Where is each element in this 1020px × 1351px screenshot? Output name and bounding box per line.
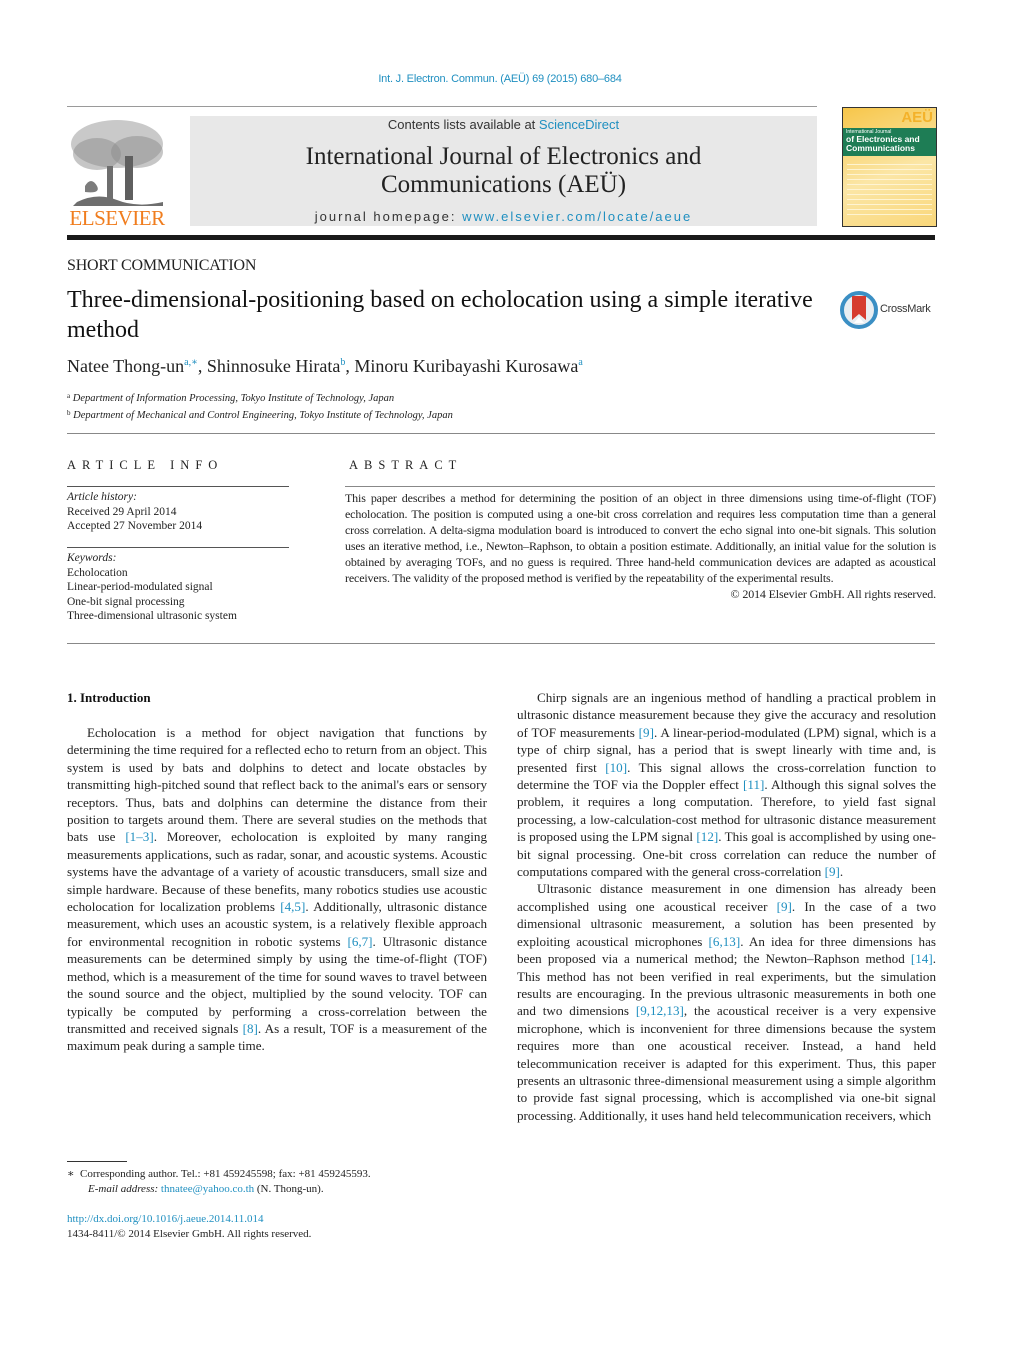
author-separator: , [197, 356, 207, 376]
history-label: Article history: [67, 491, 137, 503]
paragraph: Chirp signals are an ingenious method of… [517, 690, 937, 880]
abstract-copyright: © 2014 Elsevier GmbH. All rights reserve… [730, 587, 937, 601]
affiliation-mark: a [67, 392, 71, 400]
paragraph: Echolocation is a method for object navi… [67, 725, 488, 1054]
author-name[interactable]: Natee Thong-un [67, 356, 184, 376]
article-title: Three-dimensional-positioning based on e… [67, 287, 813, 343]
body-column-right: Chirp signals are an ingenious method of… [517, 689, 936, 1124]
section-heading-introduction: 1. Introduction [67, 690, 151, 705]
footnote: ∗ Corresponding author. Tel.: +81 459245… [67, 1167, 371, 1197]
crossmark-label[interactable]: CrossMark [880, 303, 931, 315]
affiliations: a Department of Information Processing, … [67, 389, 453, 423]
contents-line: Contents lists available at ScienceDirec… [190, 117, 817, 132]
citation-reference-link[interactable]: [10] [605, 760, 627, 775]
email-link[interactable]: thnatee@yahoo.co.th [161, 1183, 254, 1195]
affiliation-text: Department of Information Processing, To… [72, 393, 395, 404]
corresponding-author-note: ∗ Corresponding author. Tel.: +81 459245… [67, 1167, 371, 1182]
received-date: Received 29 April 2014 [67, 505, 177, 518]
journal-title-line-1: International Journal of Electronics and [305, 143, 702, 170]
homepage-prefix: journal homepage: [314, 209, 463, 224]
citation-reference-link[interactable]: [9] [777, 899, 792, 914]
journal-citation-link[interactable]: Int. J. Electron. Commun. (AEÜ) 69 (2015… [0, 73, 1000, 85]
top-divider [67, 106, 817, 107]
affiliation-b: b Department of Mechanical and Control E… [67, 406, 453, 423]
journal-homepage-line: journal homepage: www.elsevier.com/locat… [190, 209, 817, 224]
keyword: Linear-period-modulated signal [67, 581, 213, 593]
email-note: E-mail address: thnatee@yahoo.co.th (N. … [67, 1182, 371, 1197]
cover-line-2: of Electronics and Communications [846, 135, 920, 153]
divider [67, 486, 289, 487]
keyword: One-bit signal processing [67, 595, 185, 608]
author-name[interactable]: Shinnosuke Hirata [207, 356, 340, 376]
contents-prefix: Contents lists available at [387, 117, 539, 132]
corresponding-text: Corresponding author. Tel.: +81 45924559… [79, 1168, 371, 1180]
header-thick-divider [67, 235, 935, 240]
citation-reference-link[interactable]: [11] [743, 777, 764, 792]
doi-block: http://dx.doi.org/10.1016/j.aeue.2014.11… [67, 1212, 311, 1242]
divider [67, 547, 289, 548]
journal-title[interactable]: International Journal of Electronics and… [190, 143, 817, 199]
divider [67, 643, 935, 644]
journal-cover-thumbnail[interactable]: AEÜ International Journal of Electronics… [842, 107, 937, 227]
citation-reference-link[interactable]: [14] [911, 951, 933, 966]
doi-link[interactable]: http://dx.doi.org/10.1016/j.aeue.2014.11… [67, 1212, 311, 1227]
citation-reference-link[interactable]: [8] [243, 1021, 258, 1036]
citation-reference-link[interactable]: [6,13] [709, 934, 741, 949]
author-list: Natee Thong-una,∗, Shinnosuke Hiratab, M… [67, 356, 583, 377]
author-name[interactable]: Minoru Kuribayashi Kurosawa [354, 356, 578, 376]
journal-title-line-2: Communications (AEÜ) [380, 171, 627, 198]
affiliation-mark: b [67, 409, 71, 417]
abstract-heading: ABSTRACT [349, 458, 463, 472]
article-history: Article history: Received 29 April 2014 … [67, 490, 202, 534]
paragraph: Ultrasonic distance measurement in one d… [517, 881, 937, 1123]
citation-reference-link[interactable]: [4,5] [280, 899, 305, 914]
affiliation-a: a Department of Information Processing, … [67, 389, 453, 406]
article-type: SHORT COMMUNICATION [67, 257, 257, 274]
accepted-date: Accepted 27 November 2014 [67, 520, 203, 532]
footnote-mark: ∗ [67, 1168, 75, 1180]
citation-reference-link[interactable]: [9] [825, 864, 840, 879]
cover-badge: AEÜ [901, 109, 933, 126]
email-label: E-mail address: [88, 1183, 159, 1195]
email-suffix: (N. Thong-un). [254, 1183, 324, 1195]
cover-contents-lines [847, 164, 932, 216]
citation-reference-link[interactable]: [1–3] [125, 829, 153, 844]
elsevier-wordmark: ELSEVIER [69, 206, 165, 230]
sciencedirect-link[interactable]: ScienceDirect [539, 117, 619, 132]
author-affiliation-mark[interactable]: a,∗ [184, 357, 198, 368]
keywords-label: Keywords: [67, 552, 117, 564]
cover-line-2b: Communications [846, 143, 915, 153]
author-affiliation-mark[interactable]: a [578, 357, 582, 368]
citation-reference-link[interactable]: [12] [696, 829, 718, 844]
keyword: Echolocation [67, 566, 128, 579]
issn-copyright: 1434-8411/© 2014 Elsevier GmbH. All righ… [67, 1228, 312, 1240]
citation-reference-link[interactable]: [9] [639, 725, 654, 740]
abstract-text: This paper describes a method for determ… [345, 491, 936, 585]
footnote-divider [67, 1161, 127, 1162]
divider [67, 433, 935, 434]
keywords: Keywords: Echolocation Linear-period-mod… [67, 551, 237, 624]
keyword: Three-dimensional ultrasonic system [67, 610, 237, 622]
citation-reference-link[interactable]: [9,12,13] [636, 1003, 684, 1018]
citation-reference-link[interactable]: [6,7] [347, 934, 372, 949]
divider [345, 486, 935, 487]
affiliation-text: Department of Mechanical and Control Eng… [73, 410, 453, 421]
journal-homepage-link[interactable]: www.elsevier.com/locate/aeue [462, 209, 692, 224]
article-info-heading: ARTICLE INFO [67, 458, 224, 472]
abstract: This paper describes a method for determ… [345, 490, 936, 602]
body-column-left: Echolocation is a method for object navi… [67, 724, 487, 1055]
